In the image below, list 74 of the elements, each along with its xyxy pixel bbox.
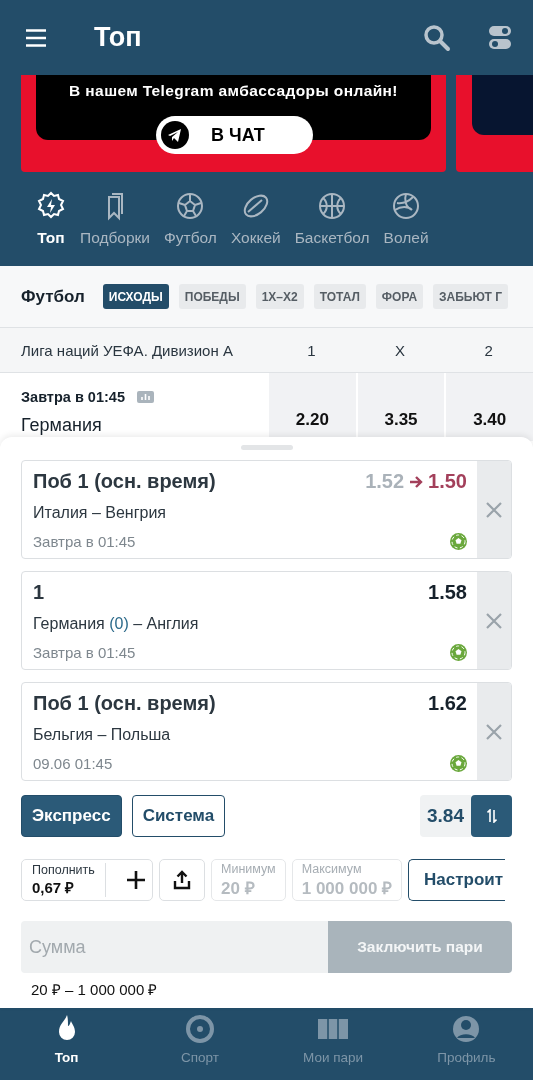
odds-button[interactable]: 3.40 — [446, 373, 533, 441]
stake-range: 20 ₽ – 1 000 000 ₽ — [31, 980, 159, 999]
soccer-ball-icon — [450, 533, 467, 550]
sheet-handle[interactable] — [240, 445, 293, 450]
bet-market: Поб 1 (осн. время) — [33, 470, 216, 493]
column-header: X — [394, 341, 406, 359]
match-time: Завтра в 01:45 — [33, 644, 136, 661]
market-chip[interactable]: 1Х–Х2 — [255, 284, 304, 309]
match-time: Завтра в 01:45 — [33, 533, 136, 550]
column-header: 2 — [483, 341, 494, 359]
telegram-icon — [161, 121, 189, 149]
total-odds: 3.84 — [420, 795, 471, 837]
arrow-right-icon — [409, 475, 424, 488]
market-chip[interactable]: ИСХОДЫ — [102, 284, 169, 309]
volleyball-icon — [391, 191, 422, 221]
sport-tab[interactable]: Топ — [36, 191, 66, 247]
balance-label: Пополнить — [32, 863, 95, 877]
soccer-ball-icon — [450, 644, 467, 661]
close-icon — [486, 501, 502, 518]
bet-odds: 1.50 — [428, 470, 467, 493]
market-chip[interactable]: ПОБЕДЫ — [178, 284, 246, 309]
limit-value: 20 ₽ — [221, 878, 256, 899]
column-header: 1 — [306, 341, 317, 359]
match-teams: Германия (0) – Англия — [33, 615, 200, 633]
menu-icon[interactable] — [26, 28, 46, 47]
market-chip[interactable]: ФОРА — [375, 284, 424, 309]
promo-banner[interactable]: В нашем Telegram амбассадоры онлайн! В ЧАТ — [21, 75, 446, 172]
nav-item[interactable]: Мои пари — [266, 1008, 400, 1080]
page-title: Топ — [94, 22, 143, 53]
sport-title: Футбол — [21, 286, 85, 307]
sport-tab[interactable]: Баскетбол — [294, 191, 370, 247]
limit-value: 1 000 000 ₽ — [301, 878, 393, 899]
bet-market: 1 — [33, 581, 45, 604]
team-name: Германия — [21, 415, 103, 436]
match-teams: Бельгия – Польша — [33, 726, 172, 744]
sport-tab[interactable]: Футбол — [164, 191, 217, 247]
sort-button[interactable] — [471, 795, 512, 837]
match-time: 09.06 01:45 — [33, 755, 113, 772]
search-icon[interactable] — [423, 23, 451, 52]
bolt-badge-icon — [36, 191, 66, 221]
bet-type-tab[interactable]: Экспресс — [21, 795, 122, 837]
match-time: Завтра в 01:45 — [21, 389, 125, 405]
share-icon — [173, 870, 191, 890]
close-icon — [486, 723, 502, 740]
market-chip[interactable]: ЗАБЬЮТ Г — [433, 284, 509, 309]
basketball-icon — [317, 191, 348, 221]
target-icon — [183, 1014, 216, 1044]
sport-tab[interactable]: Подборки — [80, 191, 151, 247]
bet-odds: 1.58 — [428, 581, 467, 604]
close-icon — [486, 612, 502, 629]
swap-arrows-icon — [486, 809, 497, 823]
match-teams: Италия – Венгрия — [33, 504, 167, 522]
sport-tab[interactable]: Хоккей — [230, 191, 281, 247]
league-name: Лига наций УЕФА. Дивизион А — [21, 341, 234, 359]
banner-text: В нашем Telegram амбассадоры онлайн! — [69, 82, 398, 100]
settings-button[interactable]: Настроит — [408, 859, 506, 901]
nav-item[interactable]: Профиль — [399, 1008, 533, 1080]
soccer-ball-icon — [450, 755, 467, 772]
old-odds: 1.52 — [365, 470, 405, 493]
limit-label: Минимум — [221, 862, 276, 876]
nav-item[interactable]: Топ — [0, 1008, 134, 1080]
balance-value: 0,67 ₽ — [32, 878, 76, 897]
nav-item[interactable]: Спорт — [133, 1008, 267, 1080]
bet-odds: 1.62 — [428, 692, 467, 715]
sport-tab[interactable]: Волей — [383, 191, 429, 247]
plus-icon[interactable] — [126, 870, 146, 890]
limit-label: Максимум — [301, 862, 363, 876]
market-chip[interactable]: ТОТАЛ — [313, 284, 366, 309]
share-button[interactable] — [159, 859, 205, 901]
soccer-ball-icon — [175, 191, 206, 221]
toggle-settings-icon[interactable] — [489, 24, 511, 51]
bet-type-tab[interactable]: Система — [131, 795, 226, 837]
bet-market: Поб 1 (осн. время) — [33, 692, 216, 715]
chat-button[interactable]: В ЧАТ — [156, 116, 313, 154]
